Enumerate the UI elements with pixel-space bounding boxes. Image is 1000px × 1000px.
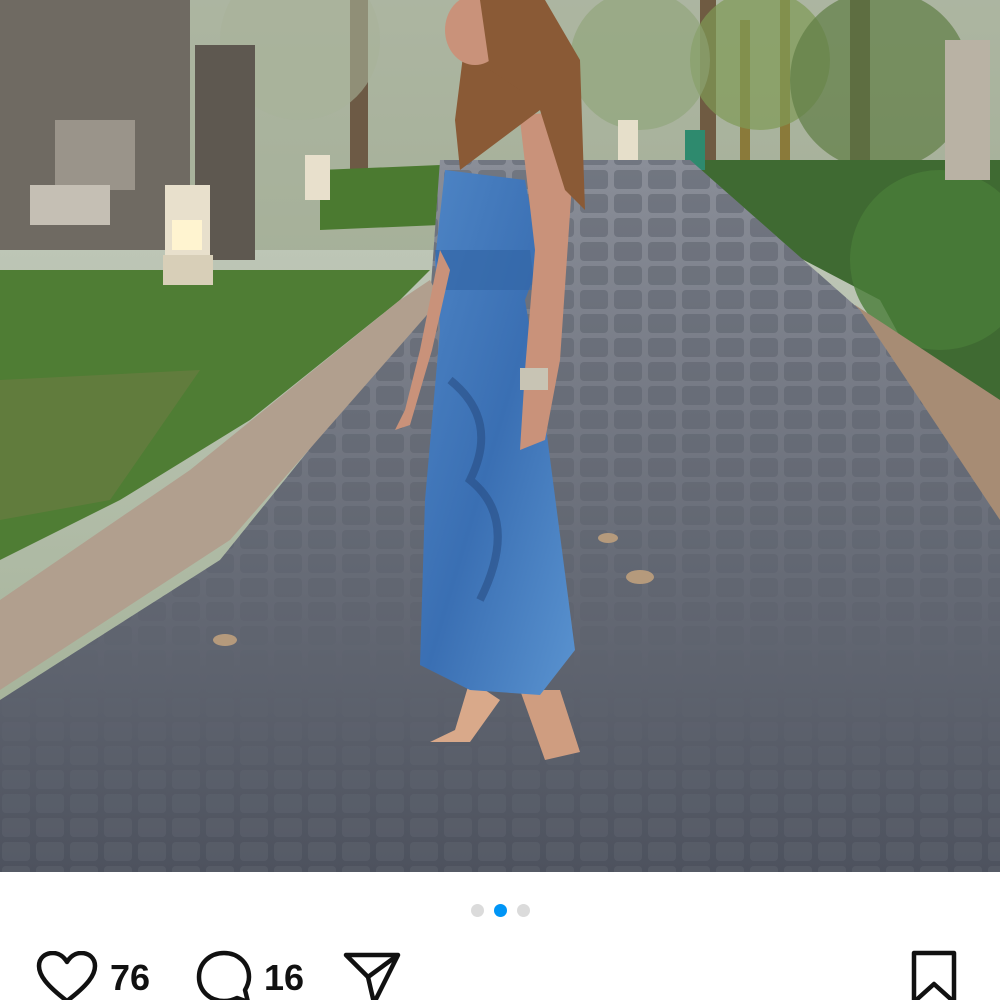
carousel-dot-1[interactable] — [470, 903, 484, 917]
action-bar: 76 16 — [0, 950, 1000, 1000]
carousel-dot-3[interactable] — [516, 903, 530, 917]
bookmark-icon[interactable] — [910, 950, 958, 1000]
carousel-indicator — [0, 903, 1000, 917]
comment-count[interactable]: 16 — [264, 960, 304, 996]
post: 76 16 — [0, 0, 1000, 1000]
share-icon[interactable] — [342, 951, 402, 1000]
comment-icon[interactable] — [196, 950, 252, 1000]
comment-action: 16 — [196, 950, 304, 1000]
like-count[interactable]: 76 — [110, 960, 150, 996]
like-action: 76 — [36, 950, 150, 1000]
carousel-dot-2-active[interactable] — [493, 903, 507, 917]
share-action — [342, 950, 402, 1000]
heart-icon[interactable] — [36, 951, 98, 1000]
post-photo[interactable] — [0, 0, 1000, 872]
save-action — [910, 950, 958, 1000]
